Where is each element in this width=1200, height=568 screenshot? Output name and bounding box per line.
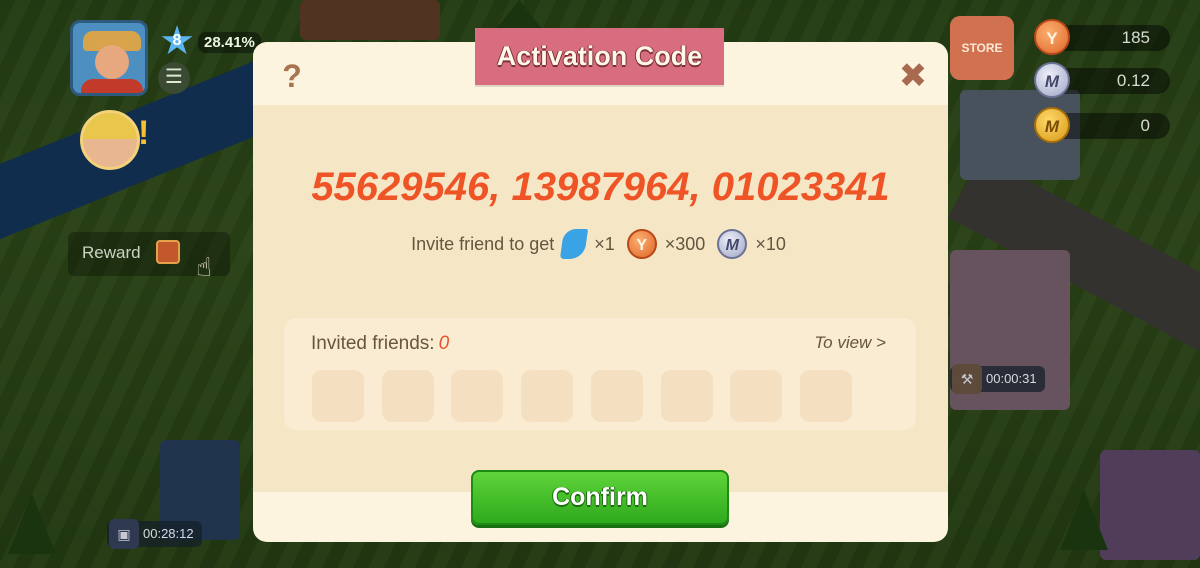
reward-qty: ×300 [664,233,706,254]
timer-value: 00:00:31 [986,371,1037,386]
production-timer[interactable]: ▣ 00:28:12 [107,519,202,549]
dialog-body [253,105,948,492]
help-icon[interactable]: ? [277,58,307,98]
confirm-button[interactable]: Confirm [471,470,729,525]
blue-gem-icon [560,229,589,259]
npc-hair [83,113,137,139]
friend-slot[interactable] [312,370,364,422]
medicine-icon: ▣ [109,519,139,549]
npc-portrait[interactable] [80,110,140,170]
avatar-face [95,45,129,79]
orange-token-icon: Y [626,229,657,259]
friend-slot[interactable] [591,370,643,422]
orange-token-icon: Y [1034,19,1070,55]
reward-qty: ×1 [594,233,615,254]
alert-icon: ! [138,114,150,152]
friend-slot[interactable] [661,370,713,422]
invited-friends-panel: Invited friends: 0 To view > [284,318,916,430]
invited-count: 0 [438,333,450,354]
resource-value: 0 [1140,116,1150,135]
resource-orange-token[interactable]: Y 185 [1034,19,1170,55]
build-timer[interactable]: ⚒ 00:00:31 [950,364,1045,394]
timer-value: 00:28:12 [143,526,194,541]
activation-codes: 55629546, 13987964, 01023341 [311,165,890,209]
menu-icon[interactable]: ☰ [158,62,190,94]
invited-label-text: Invited friends: [311,333,435,354]
friend-slot[interactable] [521,370,573,422]
close-icon[interactable]: ✖ [896,56,930,96]
xp-percent: 28.41% [198,32,261,53]
gold-m-coin-icon: M [1034,107,1070,143]
to-view-link[interactable]: To view > [814,333,886,353]
invite-text: Invite friend to get [411,233,555,254]
store-button[interactable]: STORE [950,16,1014,80]
player-avatar[interactable] [70,20,148,96]
pointing-hand-icon: ☝ [196,252,212,282]
friend-slot[interactable] [730,370,782,422]
silver-m-coin-icon: M [717,229,748,259]
dialog-title: Activation Code [496,41,703,71]
friend-slot[interactable] [382,370,434,422]
silver-m-coin-icon: M [1034,62,1070,98]
resource-value: 0.12 [1116,71,1150,90]
invited-friends-label: Invited friends: 0 [311,333,449,355]
gift-icon [156,240,180,264]
resource-gold-coin[interactable]: M 0 [1034,107,1170,143]
reward-qty: ×10 [755,233,786,254]
resource-value: 185 [1121,28,1150,47]
invite-reward-line: Invite friend to get ×1 Y ×300 M ×10 [253,228,948,260]
reward-label: Reward [82,243,141,262]
resource-silver-coin[interactable]: M 0.12 [1034,62,1170,98]
player-level: 8 [172,32,182,49]
avatar-shirt [81,79,143,93]
hammer-icon: ⚒ [952,364,982,394]
confirm-label: Confirm [552,483,648,511]
activation-code-dialog: ? ✖ 55629546, 13987964, 01023341 Invite … [253,42,948,542]
friend-slot[interactable] [800,370,852,422]
dialog-title-ribbon: Activation Code [475,28,724,85]
friend-slot[interactable] [451,370,503,422]
